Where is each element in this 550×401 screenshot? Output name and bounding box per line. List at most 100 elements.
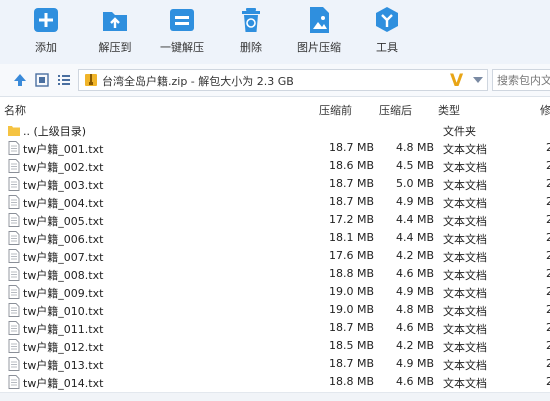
file-row[interactable]: tw户籍_009.txt 19.0 MB 4.9 MB 文本文档 2 [0,283,550,301]
column-header: 名称 压缩前 压缩后 类型 修 [0,97,550,119]
path-field[interactable]: 台湾全岛户籍.zip - 解包大小为 2.3 GB V [78,69,488,91]
file-name: tw户籍_009.txt [23,287,104,300]
add-button[interactable]: 添加 [14,6,78,55]
file-row[interactable]: tw户籍_010.txt 19.0 MB 4.8 MB 文本文档 2 [0,301,550,319]
text-file-icon [8,375,20,389]
text-file-icon [8,177,20,191]
text-file-icon [8,321,20,335]
folder-icon [8,126,20,136]
file-row[interactable]: tw户籍_006.txt 18.1 MB 4.4 MB 文本文档 2 [0,229,550,247]
delete-label: 删除 [240,41,262,54]
add-icon [34,8,58,32]
file-compressed-size: 4.6 MB [395,375,434,388]
parent-dir-row[interactable]: .. (上级目录) 文件夹 [0,121,550,139]
file-modified: 2 [546,375,550,388]
file-size: 19.0 MB [328,285,374,298]
text-file-icon [8,339,20,353]
file-row[interactable]: tw户籍_004.txt 18.7 MB 4.9 MB 文本文档 2 [0,193,550,211]
file-type: 文本文档 [443,251,487,264]
file-name: tw户籍_012.txt [23,341,104,354]
image-compress-label: 图片压缩 [297,41,341,54]
text-file-icon [8,231,20,245]
extract-to-button[interactable]: 解压到 [83,6,147,55]
image-compress-icon [310,7,329,33]
one-click-extract-icon [170,9,194,31]
column-name[interactable]: 名称 [4,102,26,118]
file-compressed-size: 4.2 MB [395,339,434,352]
file-modified: 2 [546,213,550,226]
archive-path: 台湾全岛户籍.zip - 解包大小为 2.3 GB [102,75,294,88]
delete-icon [242,8,260,32]
file-modified: 2 [546,177,550,190]
file-row[interactable]: tw户籍_013.txt 18.7 MB 4.9 MB 文本文档 2 [0,355,550,373]
file-name: tw户籍_007.txt [23,251,104,264]
column-type[interactable]: 类型 [438,102,460,118]
file-size: 18.7 MB [328,321,374,334]
toolbar: 添加 解压到 一键解压 删除 图片压缩 工具 [0,0,550,65]
file-name: tw户籍_006.txt [23,233,104,246]
file-modified: 2 [546,267,550,280]
column-modified[interactable]: 修 [540,102,550,118]
delete-button[interactable]: 删除 [219,6,283,55]
file-row[interactable]: tw户籍_002.txt 18.6 MB 4.5 MB 文本文档 2 [0,157,550,175]
one-click-extract-button[interactable]: 一键解压 [150,6,214,55]
file-row[interactable]: tw户籍_003.txt 18.7 MB 5.0 MB 文本文档 2 [0,175,550,193]
file-row[interactable]: tw户籍_014.txt 18.8 MB 4.6 MB 文本文档 2 [0,373,550,391]
file-size: 18.7 MB [328,195,374,208]
file-modified: 2 [546,249,550,262]
file-type: 文本文档 [443,233,487,246]
extract-to-icon [103,12,127,31]
file-row[interactable]: tw户籍_005.txt 17.2 MB 4.4 MB 文本文档 2 [0,211,550,229]
file-type: 文本文档 [443,215,487,228]
add-label: 添加 [35,41,57,54]
file-size: 18.8 MB [328,375,374,388]
list-view-icon[interactable] [56,72,72,88]
column-size[interactable]: 压缩前 [319,102,352,118]
tools-label: 工具 [376,41,398,54]
v-logo-icon[interactable]: V [450,71,463,91]
image-compress-button[interactable]: 图片压缩 [287,6,351,55]
file-size: 18.8 MB [328,267,374,280]
file-name: tw户籍_008.txt [23,269,104,282]
file-compressed-size: 4.9 MB [395,357,434,370]
file-modified: 2 [546,195,550,208]
file-compressed-size: 4.8 MB [395,303,434,316]
file-row[interactable]: tw户籍_007.txt 17.6 MB 4.2 MB 文本文档 2 [0,247,550,265]
file-compressed-size: 5.0 MB [395,177,434,190]
parent-dir-type: 文件夹 [443,125,476,138]
text-file-icon [8,303,20,317]
file-compressed-size: 4.9 MB [395,285,434,298]
file-size: 17.6 MB [328,249,374,262]
file-name: tw户籍_005.txt [23,215,104,228]
file-modified: 2 [546,303,550,316]
file-name: tw户籍_002.txt [23,161,104,174]
file-row[interactable]: tw户籍_011.txt 18.7 MB 4.6 MB 文本文档 2 [0,319,550,337]
search-field[interactable] [492,69,550,91]
dropdown-arrow-icon[interactable] [473,77,483,83]
one-click-extract-label: 一键解压 [160,41,204,54]
file-row[interactable]: tw户籍_008.txt 18.8 MB 4.6 MB 文本文档 2 [0,265,550,283]
up-arrow-icon[interactable] [12,72,28,88]
file-name: tw户籍_001.txt [23,143,104,156]
text-file-icon [8,285,20,299]
column-compressed[interactable]: 压缩后 [379,102,412,118]
thumbnail-view-icon[interactable] [34,72,50,88]
file-name: tw户籍_014.txt [23,377,104,390]
file-type: 文本文档 [443,179,487,192]
text-file-icon [8,213,20,227]
file-row[interactable]: tw户籍_001.txt 18.7 MB 4.8 MB 文本文档 2 [0,139,550,157]
file-row[interactable]: tw户籍_012.txt 18.5 MB 4.2 MB 文本文档 2 [0,337,550,355]
tools-button[interactable]: 工具 [355,6,419,55]
file-type: 文本文档 [443,341,487,354]
tools-icon [376,7,398,32]
file-type: 文本文档 [443,161,487,174]
text-file-icon [8,141,20,155]
file-compressed-size: 4.9 MB [395,195,434,208]
text-file-icon [8,159,20,173]
file-name: tw户籍_011.txt [23,323,104,336]
file-size: 18.1 MB [328,231,374,244]
file-type: 文本文档 [443,287,487,300]
file-type: 文本文档 [443,143,487,156]
file-size: 18.7 MB [328,177,374,190]
search-input[interactable] [493,70,550,90]
